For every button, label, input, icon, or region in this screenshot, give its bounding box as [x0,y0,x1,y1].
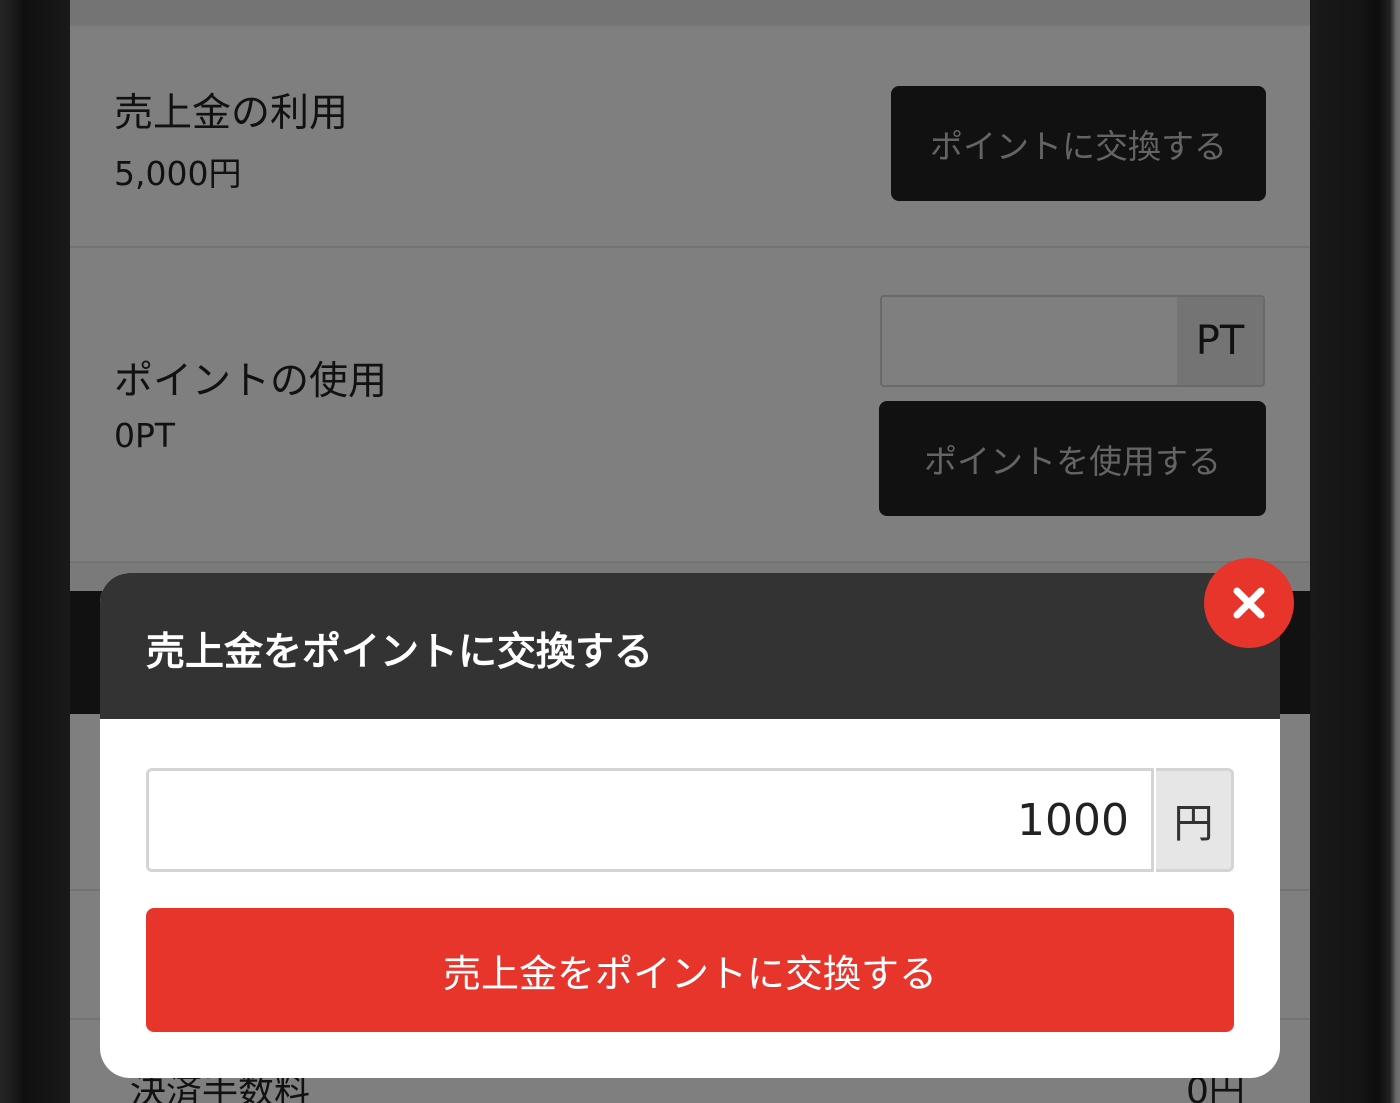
exchange-modal: 売上金をポイントに交換する 1000 円 売上金をポイントに交換する [100,573,1280,1078]
amount-input[interactable]: 1000 [146,768,1154,872]
modal-header: 売上金をポイントに交換する [100,573,1280,719]
modal-title: 売上金をポイントに交換する [146,630,654,675]
exchange-submit-button[interactable]: 売上金をポイントに交換する [146,908,1234,1032]
modal-close-button[interactable] [1204,558,1294,648]
close-icon [1233,587,1265,619]
amount-unit-addon: 円 [1156,768,1234,872]
